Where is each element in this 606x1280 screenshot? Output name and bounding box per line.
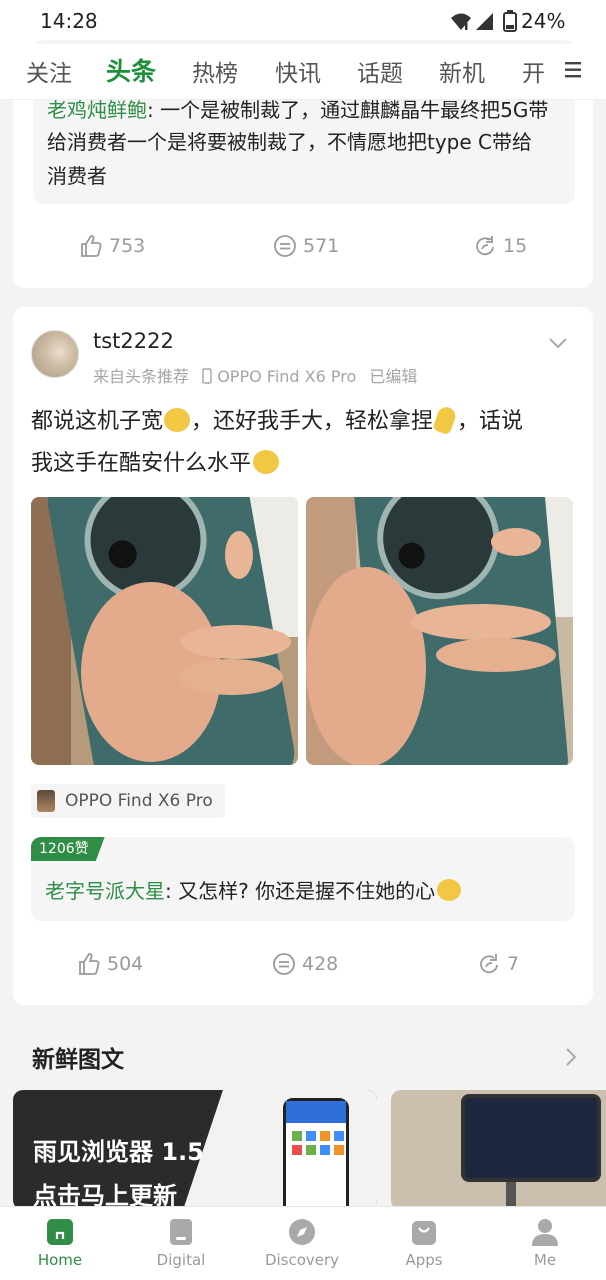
apps-bag-icon xyxy=(412,1221,436,1245)
like-count: 504 xyxy=(107,953,144,975)
person-icon xyxy=(532,1219,558,1246)
share-icon xyxy=(480,954,498,974)
carousel-card-browser[interactable]: 雨见浏览器 1.5 点击马上更新 xyxy=(13,1090,377,1210)
menu-icon[interactable] xyxy=(565,61,583,79)
like-button[interactable]: 504 xyxy=(77,952,143,976)
post-username[interactable]: tst2222 xyxy=(93,329,174,353)
share-button[interactable]: 7 xyxy=(477,952,519,976)
section-title: 新鲜图文 xyxy=(32,1047,124,1073)
comment-button[interactable]: 571 xyxy=(273,234,339,258)
post-edited: 已编辑 xyxy=(369,367,418,386)
post-text: 都说这机子宽 ，还好我手大，轻松拿捏 ，话说 我这手在酷安什么水平 xyxy=(31,401,579,485)
comment-line-2: 给消费者一个是将要被制裁了，不情愿地把type C带给 xyxy=(47,130,532,154)
comment-line-3: 消费者 xyxy=(47,164,107,188)
nav-me[interactable]: Me xyxy=(495,1217,595,1269)
post-device[interactable]: OPPO Find X6 Pro xyxy=(217,367,356,386)
nav-apps[interactable]: Apps xyxy=(374,1217,474,1269)
topic-thumbnail-icon xyxy=(37,790,55,812)
phone-icon xyxy=(202,368,212,384)
comment-text: : 一个是被制裁了，通过麒麟晶牛最终把5G带 xyxy=(147,98,549,122)
tab-news-flash[interactable]: 快讯 xyxy=(275,54,321,88)
topic-tag-label: OPPO Find X6 Pro xyxy=(65,791,213,811)
avatar[interactable] xyxy=(31,330,79,378)
comment-count: 428 xyxy=(302,953,339,975)
emoji-icon xyxy=(253,450,280,474)
status-time: 14:28 xyxy=(40,9,98,33)
bottom-navigation: Home Digital Discovery Apps Me xyxy=(0,1206,606,1280)
digital-icon xyxy=(170,1219,192,1245)
share-icon xyxy=(476,236,494,256)
hot-comment-text: : 又怎样? 你还是握不住她的心 xyxy=(165,879,436,903)
topic-tag[interactable]: OPPO Find X6 Pro xyxy=(31,784,225,818)
chevron-right-icon[interactable] xyxy=(565,1047,577,1067)
comment-count: 571 xyxy=(303,235,340,257)
hot-comment-box[interactable]: 1206赞 老字号派大星: 又怎样? 你还是握不住她的心 xyxy=(31,837,575,921)
post-source: 来自头条推荐 xyxy=(93,367,190,386)
comment-button[interactable]: 428 xyxy=(272,952,338,976)
nav-discovery[interactable]: Discovery xyxy=(252,1217,352,1269)
wifi-icon xyxy=(451,13,471,30)
sweat-emoji-icon xyxy=(437,879,462,901)
channel-tab-bar: 关注 头条 热榜 快讯 话题 新机 开 xyxy=(0,44,606,100)
tab-more-partial[interactable]: 开 xyxy=(522,54,545,88)
carousel-card-tablet[interactable] xyxy=(391,1090,606,1210)
nav-home[interactable]: Home xyxy=(10,1217,110,1269)
emoji-icon xyxy=(164,408,191,432)
comment-user[interactable]: 老鸡炖鲜鲍 xyxy=(47,98,147,122)
signal-icon xyxy=(476,13,493,30)
compass-icon xyxy=(289,1219,315,1245)
like-button[interactable]: 753 xyxy=(79,234,145,258)
thumbs-up-icon xyxy=(81,235,102,257)
battery-icon xyxy=(503,10,517,32)
phone-mockup-image xyxy=(283,1098,349,1210)
chevron-down-icon[interactable] xyxy=(548,337,568,349)
tab-headlines[interactable]: 头条 xyxy=(106,52,156,88)
share-count: 7 xyxy=(507,953,520,975)
hot-comment-user[interactable]: 老字号派大星 xyxy=(45,879,165,903)
like-count: 753 xyxy=(109,235,146,257)
pinch-hand-icon xyxy=(432,404,458,436)
battery-percentage: 24% xyxy=(521,9,566,33)
post-image-1[interactable] xyxy=(31,497,298,765)
feed-card-post: tst2222 来自头条推荐 OPPO Find X6 Pro 已编辑 都说这机… xyxy=(13,307,593,1005)
share-count: 15 xyxy=(503,235,528,257)
banner-title-2: 点击马上更新 xyxy=(33,1182,177,1210)
nav-digital[interactable]: Digital xyxy=(131,1217,231,1269)
thumbs-up-icon xyxy=(79,953,100,975)
share-button[interactable]: 15 xyxy=(473,234,527,258)
status-bar: 14:28 24% xyxy=(0,0,606,44)
tab-new-phones[interactable]: 新机 xyxy=(439,54,485,88)
tab-following[interactable]: 关注 xyxy=(26,54,72,88)
home-icon xyxy=(47,1219,73,1245)
tablet-image xyxy=(461,1094,601,1182)
hot-comment-badge: 1206赞 xyxy=(31,837,105,861)
banner-title-1: 雨见浏览器 1.5 xyxy=(33,1138,204,1166)
post-meta: 来自头条推荐 OPPO Find X6 Pro 已编辑 xyxy=(93,363,417,387)
post-image-2[interactable] xyxy=(306,497,573,765)
comment-bubble-icon xyxy=(273,953,295,975)
comment-bubble-icon xyxy=(274,235,296,257)
tab-hot-list[interactable]: 热榜 xyxy=(192,54,238,88)
tab-topics[interactable]: 话题 xyxy=(357,54,403,88)
